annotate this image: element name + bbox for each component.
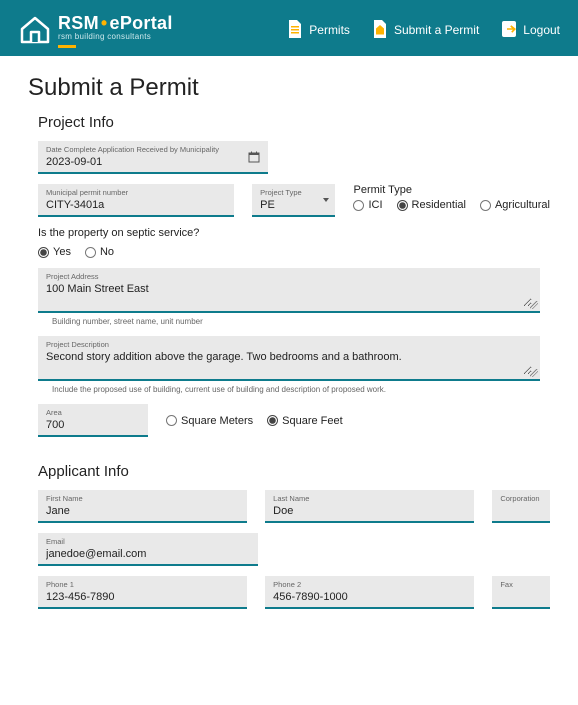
- radio-label-sqm: Square Meters: [181, 415, 253, 427]
- radio-unit-sqm[interactable]: Square Meters: [166, 415, 253, 427]
- input-corporation[interactable]: [500, 505, 542, 517]
- label-first-name: First Name: [46, 494, 239, 503]
- label-last-name: Last Name: [273, 494, 466, 503]
- radio-input-septic-yes[interactable]: [38, 247, 49, 258]
- label-project-description: Project Description: [46, 340, 532, 349]
- section-applicant-info: Applicant Info First Name Last Name Corp…: [28, 463, 550, 609]
- radio-label-residential: Residential: [412, 199, 466, 211]
- field-first-name[interactable]: First Name: [38, 490, 247, 523]
- radio-label-agricultural: Agricultural: [495, 199, 550, 211]
- input-project-description[interactable]: Second story addition above the garage. …: [46, 351, 532, 375]
- label-project-type: Project Type: [260, 188, 327, 197]
- label-project-address: Project Address: [46, 272, 532, 281]
- field-phone2[interactable]: Phone 2: [265, 576, 474, 609]
- radio-input-sqft[interactable]: [267, 415, 278, 426]
- field-phone1[interactable]: Phone 1: [38, 576, 247, 609]
- radio-label-septic-no: No: [100, 246, 114, 258]
- top-nav: RSM•ePortal rsm building consultants Per…: [0, 0, 578, 56]
- field-project-type[interactable]: Project Type PE: [252, 184, 335, 217]
- brand-logo[interactable]: RSM•ePortal rsm building consultants: [18, 13, 173, 48]
- radio-label-ici: ICI: [368, 199, 382, 211]
- field-area[interactable]: Area: [38, 404, 148, 437]
- field-date-received[interactable]: Date Complete Application Received by Mu…: [38, 141, 268, 174]
- calendar-icon[interactable]: [248, 151, 260, 163]
- helper-project-address: Building number, street name, unit numbe…: [52, 317, 203, 326]
- label-email: Email: [46, 537, 250, 546]
- page-body: Submit a Permit Project Info Date Comple…: [0, 56, 578, 665]
- input-project-address[interactable]: 100 Main Street East: [46, 283, 532, 307]
- label-phone1: Phone 1: [46, 580, 239, 589]
- label-fax: Fax: [500, 580, 542, 589]
- radio-septic-no[interactable]: No: [85, 246, 114, 258]
- house-icon: [18, 15, 52, 45]
- brand-subtitle: rsm building consultants: [58, 32, 173, 41]
- input-date-received[interactable]: [46, 156, 260, 168]
- section-title-project: Project Info: [38, 114, 550, 131]
- radio-input-septic-no[interactable]: [85, 247, 96, 258]
- nav-submit-label: Submit a Permit: [394, 23, 479, 37]
- radio-input-sqm[interactable]: [166, 415, 177, 426]
- select-project-type[interactable]: PE: [260, 199, 327, 211]
- logout-icon: [501, 20, 517, 41]
- brand-name-b: ePortal: [110, 13, 173, 33]
- page-title: Submit a Permit: [28, 74, 550, 102]
- field-project-address[interactable]: Project Address 100 Main Street East: [38, 268, 540, 313]
- label-corporation: Corporation: [500, 494, 542, 503]
- radio-unit-sqft[interactable]: Square Feet: [267, 415, 343, 427]
- label-septic-question: Is the property on septic service?: [38, 227, 199, 239]
- field-corporation[interactable]: Corporation: [492, 490, 550, 523]
- nav-permits[interactable]: Permits: [287, 20, 350, 41]
- brand-dot-icon: •: [101, 13, 108, 33]
- radio-input-ici[interactable]: [353, 200, 364, 211]
- section-title-applicant: Applicant Info: [38, 463, 550, 480]
- radio-permit-residential[interactable]: Residential: [397, 199, 466, 211]
- document-icon: [287, 20, 303, 41]
- brand-name-a: RSM: [58, 13, 99, 33]
- field-last-name[interactable]: Last Name: [265, 490, 474, 523]
- submit-house-icon: [372, 20, 388, 41]
- input-last-name[interactable]: [273, 505, 466, 517]
- helper-project-description: Include the proposed use of building, cu…: [52, 385, 386, 394]
- input-phone1[interactable]: [46, 591, 239, 603]
- brand-text: RSM•ePortal rsm building consultants: [58, 13, 173, 48]
- label-permit-type: Permit Type: [353, 184, 550, 196]
- brand-underline-icon: [58, 45, 76, 48]
- radio-input-agricultural[interactable]: [480, 200, 491, 211]
- radio-label-septic-yes: Yes: [53, 246, 71, 258]
- section-project-info: Project Info Date Complete Application R…: [28, 114, 550, 437]
- nav-logout[interactable]: Logout: [501, 20, 560, 41]
- nav-logout-label: Logout: [523, 23, 560, 37]
- field-fax[interactable]: Fax: [492, 576, 550, 609]
- field-municipal-permit[interactable]: Municipal permit number: [38, 184, 234, 217]
- input-area[interactable]: [46, 419, 140, 431]
- radio-label-sqft: Square Feet: [282, 415, 343, 427]
- radio-permit-ici[interactable]: ICI: [353, 199, 382, 211]
- label-phone2: Phone 2: [273, 580, 466, 589]
- input-phone2[interactable]: [273, 591, 466, 603]
- label-area: Area: [46, 408, 140, 417]
- input-email[interactable]: [46, 548, 250, 560]
- input-municipal-permit[interactable]: [46, 199, 226, 211]
- field-project-description[interactable]: Project Description Second story additio…: [38, 336, 540, 381]
- nav-permits-label: Permits: [309, 23, 350, 37]
- group-permit-type: Permit Type ICI Residential Agricultural: [353, 184, 550, 211]
- nav-links: Permits Submit a Permit Logout: [287, 20, 560, 41]
- input-first-name[interactable]: [46, 505, 239, 517]
- field-email[interactable]: Email: [38, 533, 258, 566]
- nav-submit-permit[interactable]: Submit a Permit: [372, 20, 479, 41]
- radio-input-residential[interactable]: [397, 200, 408, 211]
- input-fax[interactable]: [500, 591, 542, 603]
- label-municipal-permit: Municipal permit number: [46, 188, 226, 197]
- radio-septic-yes[interactable]: Yes: [38, 246, 71, 258]
- label-date-received: Date Complete Application Received by Mu…: [46, 145, 260, 154]
- radio-permit-agricultural[interactable]: Agricultural: [480, 199, 550, 211]
